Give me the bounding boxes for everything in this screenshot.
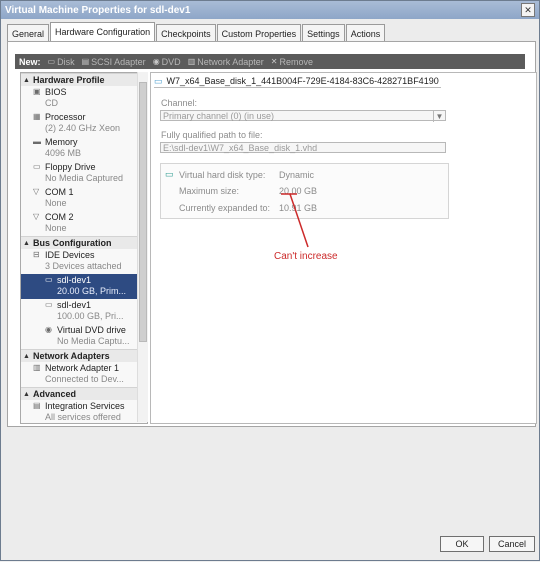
path-label: Fully qualified path to file:	[161, 130, 263, 140]
nav-item-ide-devices[interactable]: ⊟ IDE Devices 3 Devices attached	[21, 249, 147, 274]
channel-label: Channel:	[161, 98, 198, 108]
section-advanced[interactable]: ▲ Advanced	[21, 387, 147, 400]
window-title: Virtual Machine Properties for sdl-dev1	[5, 4, 191, 16]
nav-item-integration-services[interactable]: ▤ Integration Services All services offer…	[21, 400, 147, 423]
integration-icon: ▤	[33, 401, 41, 410]
section-network-adapters[interactable]: ▲ Network Adapters	[21, 349, 147, 362]
info-row-current-size: Currently expanded to: 10.91 GB	[179, 203, 318, 213]
ok-button[interactable]: OK	[440, 536, 484, 552]
new-label: New:	[19, 56, 41, 67]
new-toolbar: New: ▭ Disk ▤ SCSI Adapter ◉ DVD ▥ Netwo…	[15, 54, 525, 69]
disk-icon: ▭	[45, 300, 53, 309]
dvd-icon: ◉	[152, 57, 160, 66]
nav-item-network-adapter-1[interactable]: ▥ Network Adapter 1 Connected to Dev...	[21, 362, 147, 387]
collapse-icon[interactable]: ▲	[23, 391, 33, 398]
annotation-text: Can't increase	[274, 251, 338, 262]
info-row-maximum-size: Maximum size: 20.00 GB	[179, 186, 318, 196]
remove-button[interactable]: ✕ Remove	[271, 57, 313, 67]
tab-hardware-configuration[interactable]: Hardware Configuration	[50, 22, 156, 43]
nav-item-sdl-dev1-disk-2[interactable]: ▭ sdl-dev1 100.00 GB, Pri...	[21, 299, 147, 324]
nav-item-floppy-drive[interactable]: ▭ Floppy Drive No Media Captured	[21, 161, 147, 186]
com-icon: ▽	[33, 212, 40, 221]
virtual-disk-icon: ▭	[165, 169, 174, 179]
disk-icon: ▭	[47, 57, 56, 66]
processor-icon: ▦	[33, 112, 41, 121]
bios-icon: ▣	[33, 87, 41, 96]
collapse-icon[interactable]: ▲	[23, 240, 33, 247]
memory-icon: ▬	[33, 137, 41, 146]
file-path-field[interactable]: E:\sdl-dev1\W7_x64_Base_disk_1.vhd	[160, 142, 446, 153]
nav-item-com2[interactable]: ▽ COM 2 None	[21, 211, 147, 236]
nav-item-sdl-dev1-disk-1[interactable]: ▭ sdl-dev1 20.00 GB, Prim...	[21, 274, 147, 299]
section-hardware-profile[interactable]: ▲ Hardware Profile	[21, 73, 147, 86]
disk-path-header: W7_x64_Base_disk_1_441B004F-729E-4184-83…	[166, 76, 439, 86]
hardware-nav-list: ▲ Hardware Profile ▣ BIOS CD ▦ Processor(…	[20, 72, 148, 424]
scsi-icon: ▤	[81, 57, 90, 66]
nav-scrollbar[interactable]	[137, 72, 148, 422]
disk-detail-panel	[150, 72, 537, 424]
channel-select[interactable]: Primary channel (0) (in use) ▼	[160, 110, 446, 122]
com-icon: ▽	[33, 187, 40, 196]
file-path-value: E:\sdl-dev1\W7_x64_Base_disk_1.vhd	[163, 143, 318, 153]
new-scsi-adapter-button[interactable]: ▤ SCSI Adapter	[82, 57, 146, 67]
chevron-down-icon[interactable]: ▼	[433, 111, 445, 122]
nav-item-com1[interactable]: ▽ COM 1 None	[21, 186, 147, 211]
section-bus-configuration[interactable]: ▲ Bus Configuration	[21, 236, 147, 249]
new-network-adapter-button[interactable]: ▥ Network Adapter	[188, 57, 264, 67]
channel-value: Primary channel (0) (in use)	[163, 111, 275, 121]
close-icon[interactable]: ✕	[521, 3, 535, 17]
new-disk-button[interactable]: ▭ Disk	[48, 57, 75, 67]
nav-scrollbar-thumb[interactable]	[139, 82, 147, 342]
floppy-icon: ▭	[33, 162, 41, 171]
disk-icon: ▭	[154, 75, 163, 86]
ide-icon: ⊟	[33, 250, 40, 259]
new-dvd-button[interactable]: ◉ DVD	[153, 57, 181, 67]
network-icon: ▥	[33, 363, 41, 372]
info-row-type: Virtual hard disk type: Dynamic	[179, 170, 315, 180]
collapse-icon[interactable]: ▲	[23, 77, 33, 84]
disk-header: ▭ W7_x64_Base_disk_1_441B004F-729E-4184-…	[154, 75, 441, 88]
nav-item-bios[interactable]: ▣ BIOS CD	[21, 86, 147, 111]
nav-item-memory[interactable]: ▬ Memory 4096 MB	[21, 136, 147, 161]
title-bar[interactable]: Virtual Machine Properties for sdl-dev1	[1, 1, 539, 19]
cancel-button[interactable]: Cancel	[489, 536, 535, 552]
vhd-info-box: ▭ Virtual hard disk type: Dynamic Maximu…	[160, 163, 449, 219]
collapse-icon[interactable]: ▲	[23, 353, 33, 360]
network-icon: ▥	[187, 57, 196, 66]
vm-properties-window: Virtual Machine Properties for sdl-dev1 …	[0, 0, 540, 561]
disk-icon: ▭	[45, 275, 53, 284]
remove-icon: ✕	[270, 57, 278, 66]
nav-item-virtual-dvd-drive[interactable]: ◉ Virtual DVD drive No Media Captu...	[21, 324, 147, 349]
nav-item-processor[interactable]: ▦ Processor (2) 2.40 GHz Xeon	[21, 111, 147, 136]
dvd-icon: ◉	[45, 325, 52, 334]
